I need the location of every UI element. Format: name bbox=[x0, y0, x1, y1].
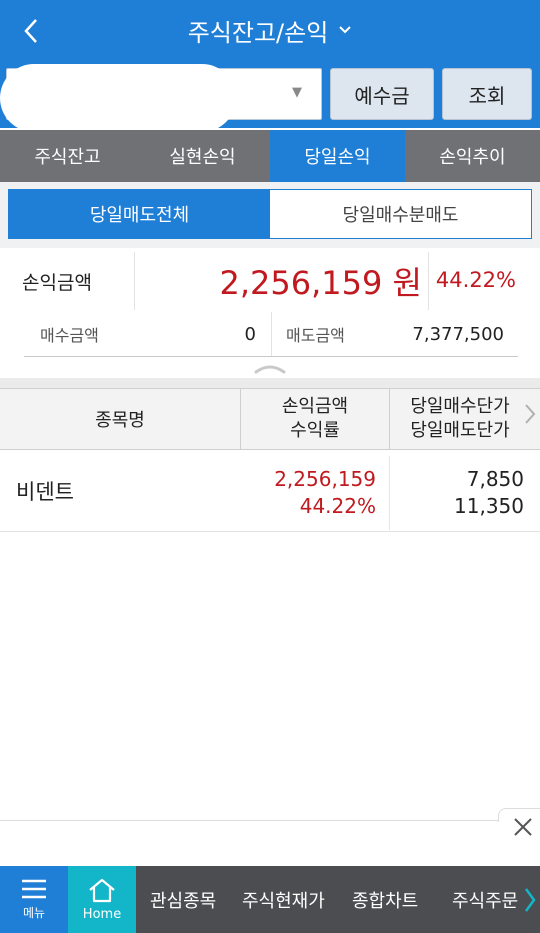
caret-down-icon[interactable]: ▼ bbox=[292, 85, 302, 100]
tab-today-pl[interactable]: 당일손익 bbox=[270, 130, 405, 182]
nav-watchlist[interactable]: 관심종목 bbox=[150, 866, 216, 933]
row-stock-name: 비덴트 bbox=[16, 480, 74, 504]
buy-amount-value: 0 bbox=[244, 324, 256, 345]
nav-next-icon[interactable] bbox=[524, 866, 536, 933]
pl-amount-label: 손익금액 bbox=[22, 272, 92, 294]
subtab-all-sell-today[interactable]: 당일매도전체 bbox=[9, 190, 270, 238]
row-pl-amount: 2,256,159 bbox=[274, 467, 376, 491]
pl-amount-value: 2,256,159 원 bbox=[219, 264, 422, 302]
divider bbox=[271, 312, 272, 356]
account-redaction bbox=[0, 64, 236, 132]
column-header-sell-price: 당일매도단가 bbox=[410, 420, 510, 441]
section-separator bbox=[0, 378, 540, 388]
deposit-button[interactable]: 예수금 bbox=[330, 68, 434, 120]
chevron-right-icon[interactable] bbox=[524, 402, 536, 426]
chevron-right-icon bbox=[524, 887, 536, 912]
nav-chart[interactable]: 종합차트 bbox=[352, 866, 418, 933]
page-title-text: 주식잔고/손익 bbox=[187, 18, 329, 47]
column-header-name: 종목명 bbox=[95, 410, 145, 431]
chevron-left-icon bbox=[24, 19, 37, 43]
pl-rate-value: 44.22% bbox=[435, 268, 516, 292]
back-button[interactable] bbox=[14, 14, 48, 48]
column-header-pl: 손익금액 수익률 bbox=[241, 388, 389, 450]
column-header-buy-price: 당일매수단가 bbox=[410, 396, 510, 417]
row-pl-rate: 44.22% bbox=[299, 494, 376, 518]
tab-pl-trend[interactable]: 손익추이 bbox=[405, 130, 540, 182]
buy-amount-label: 매수금액 bbox=[40, 326, 99, 345]
nav-current-price[interactable]: 주식현재가 bbox=[242, 866, 325, 933]
row-pl: 2,256,159 44.22% bbox=[242, 466, 376, 520]
divider bbox=[134, 252, 135, 310]
chevron-down-icon bbox=[339, 26, 351, 34]
divider bbox=[389, 456, 390, 530]
column-header-pl-rate: 수익률 bbox=[290, 420, 340, 441]
column-header-pl-amount: 손익금액 bbox=[281, 396, 349, 417]
collapse-chevron-icon[interactable] bbox=[252, 360, 288, 376]
row-prices: 7,850 11,350 bbox=[392, 466, 524, 520]
query-button[interactable]: 조회 bbox=[442, 68, 532, 120]
row-buy-price: 7,850 bbox=[466, 467, 524, 491]
menu-label: 메뉴 bbox=[22, 906, 46, 920]
close-icon[interactable] bbox=[510, 814, 536, 840]
tab-realized-pl[interactable]: 실현손익 bbox=[135, 130, 270, 182]
divider bbox=[24, 356, 518, 357]
menu-button[interactable]: 메뉴 bbox=[0, 866, 68, 933]
sell-amount-label: 매도금액 bbox=[286, 326, 345, 345]
tab-stock-balance[interactable]: 주식잔고 bbox=[0, 130, 135, 182]
home-label: Home bbox=[82, 907, 122, 922]
column-header-price: 당일매수단가 당일매도단가 bbox=[390, 388, 530, 450]
hamburger-icon bbox=[22, 879, 46, 899]
ad-banner bbox=[0, 820, 540, 866]
nav-order[interactable]: 주식주문 bbox=[452, 866, 518, 933]
page-title[interactable]: 주식잔고/손익 bbox=[0, 0, 540, 60]
main-tabs: 주식잔고 실현손익 당일손익 손익추이 bbox=[0, 130, 540, 182]
sub-tabs: 당일매도전체 당일매수분매도 bbox=[8, 189, 532, 239]
home-icon bbox=[89, 878, 115, 903]
row-sell-price: 11,350 bbox=[454, 494, 524, 518]
home-button[interactable]: Home bbox=[68, 866, 136, 933]
subtab-today-buy-sell[interactable]: 당일매수분매도 bbox=[270, 190, 531, 238]
sell-amount-value: 7,377,500 bbox=[412, 324, 504, 345]
